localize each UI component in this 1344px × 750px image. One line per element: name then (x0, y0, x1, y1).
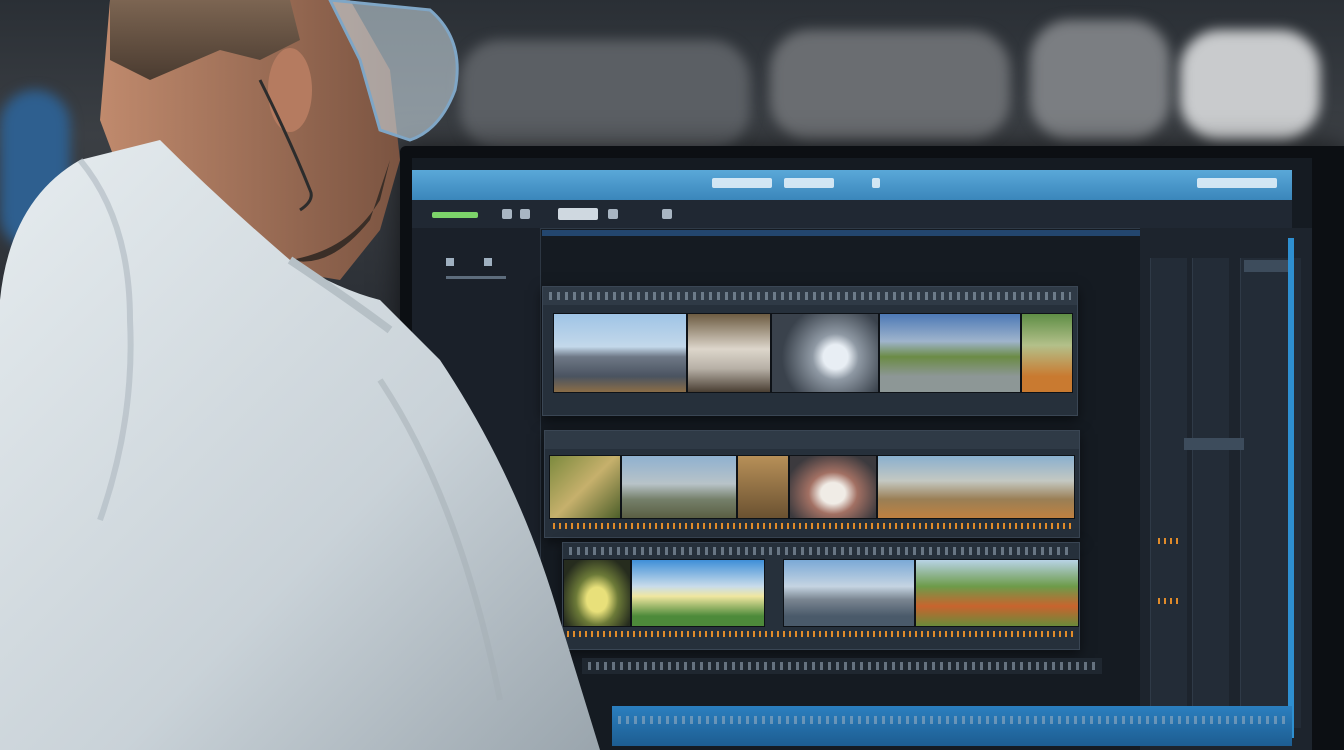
clip-thumbnail-yellow-racecar[interactable] (631, 559, 765, 627)
status-strip (582, 658, 1102, 674)
title-chip (712, 178, 772, 188)
clip-thumbnail-dry-field[interactable] (877, 455, 1075, 519)
zoom-icon[interactable] (662, 209, 672, 219)
bottom-ticks (618, 716, 1286, 724)
clip-thumbnail-sports-car[interactable] (789, 455, 877, 519)
background-shelf (1030, 20, 1170, 140)
track-markers (553, 523, 1073, 529)
audio-meter (1158, 598, 1178, 604)
clip-thumbnail-racing-car[interactable] (687, 313, 771, 393)
bottom-bar (612, 706, 1292, 746)
status-ticks (588, 662, 1096, 670)
timeline-track-1 (544, 430, 1080, 538)
background-shelf (770, 30, 1010, 140)
clip-thumbnail-aerial[interactable] (1021, 313, 1073, 393)
track-header (545, 431, 1079, 449)
meter-column (1150, 258, 1187, 728)
clip-thumbnail-crowd[interactable] (737, 455, 789, 519)
clip-thumbnail-mountain-lake[interactable] (783, 559, 915, 627)
track-ruler (569, 547, 1073, 555)
track-markers (567, 631, 1077, 637)
ear (268, 48, 312, 132)
meter-column (1192, 258, 1229, 728)
property-tag (1244, 260, 1294, 272)
clip-thumbnail-autumn-car[interactable] (915, 559, 1079, 627)
property-tag (1184, 438, 1244, 450)
person-in-lab-coat (0, 0, 600, 750)
title-chip (784, 178, 834, 188)
audio-meter (1158, 538, 1178, 544)
title-chip (872, 178, 880, 188)
inspector-panel (1140, 228, 1312, 750)
title-chip (1197, 178, 1277, 188)
clip-thumbnail-green-field[interactable] (879, 313, 1021, 393)
clip-thumbnail-cityscape[interactable] (621, 455, 737, 519)
clip-thumbnail-car-closeup[interactable] (771, 313, 879, 393)
clip-bin-top (542, 286, 1078, 416)
background-light (1180, 30, 1320, 140)
ruler (549, 292, 1071, 300)
scrollbar[interactable] (1288, 238, 1294, 738)
timeline-track-2 (562, 542, 1080, 650)
